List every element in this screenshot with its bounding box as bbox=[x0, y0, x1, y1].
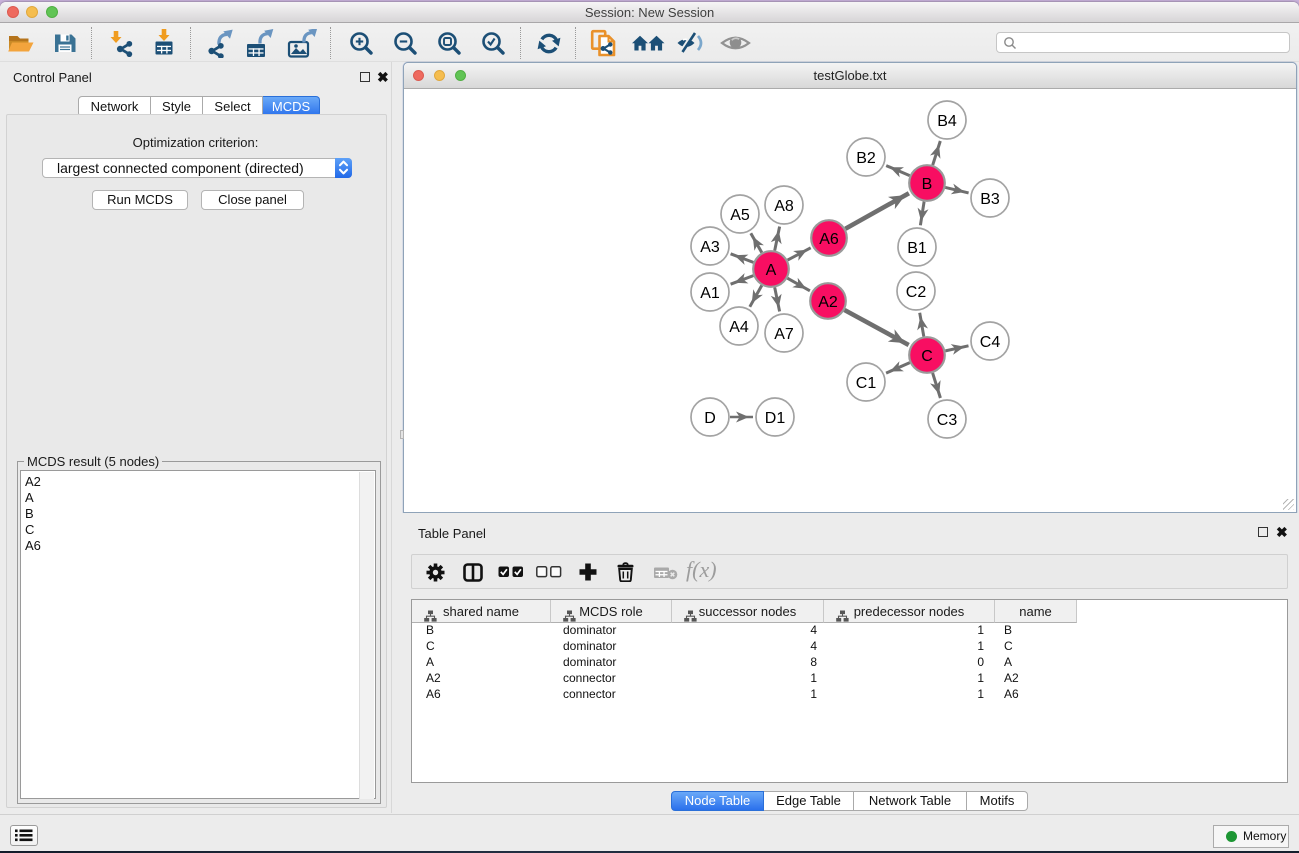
svg-text:A2: A2 bbox=[818, 294, 838, 311]
svg-text:A7: A7 bbox=[774, 326, 794, 343]
svg-text:C2: C2 bbox=[906, 284, 927, 301]
svg-text:D1: D1 bbox=[765, 410, 786, 427]
svg-text:D: D bbox=[704, 410, 716, 427]
svg-text:A4: A4 bbox=[729, 319, 749, 336]
svg-text:C: C bbox=[921, 348, 933, 365]
svg-text:B: B bbox=[922, 176, 933, 193]
svg-text:C3: C3 bbox=[937, 412, 958, 429]
svg-text:A: A bbox=[766, 262, 777, 279]
svg-text:A1: A1 bbox=[700, 285, 720, 302]
svg-text:B1: B1 bbox=[907, 240, 927, 257]
svg-text:B3: B3 bbox=[980, 191, 1000, 208]
svg-text:C1: C1 bbox=[856, 375, 877, 392]
svg-text:A8: A8 bbox=[774, 198, 794, 215]
svg-text:B4: B4 bbox=[937, 113, 957, 130]
svg-text:A5: A5 bbox=[730, 207, 750, 224]
svg-text:C4: C4 bbox=[980, 334, 1001, 351]
svg-text:A6: A6 bbox=[819, 231, 839, 248]
svg-text:B2: B2 bbox=[856, 150, 876, 167]
svg-text:A3: A3 bbox=[700, 239, 720, 256]
